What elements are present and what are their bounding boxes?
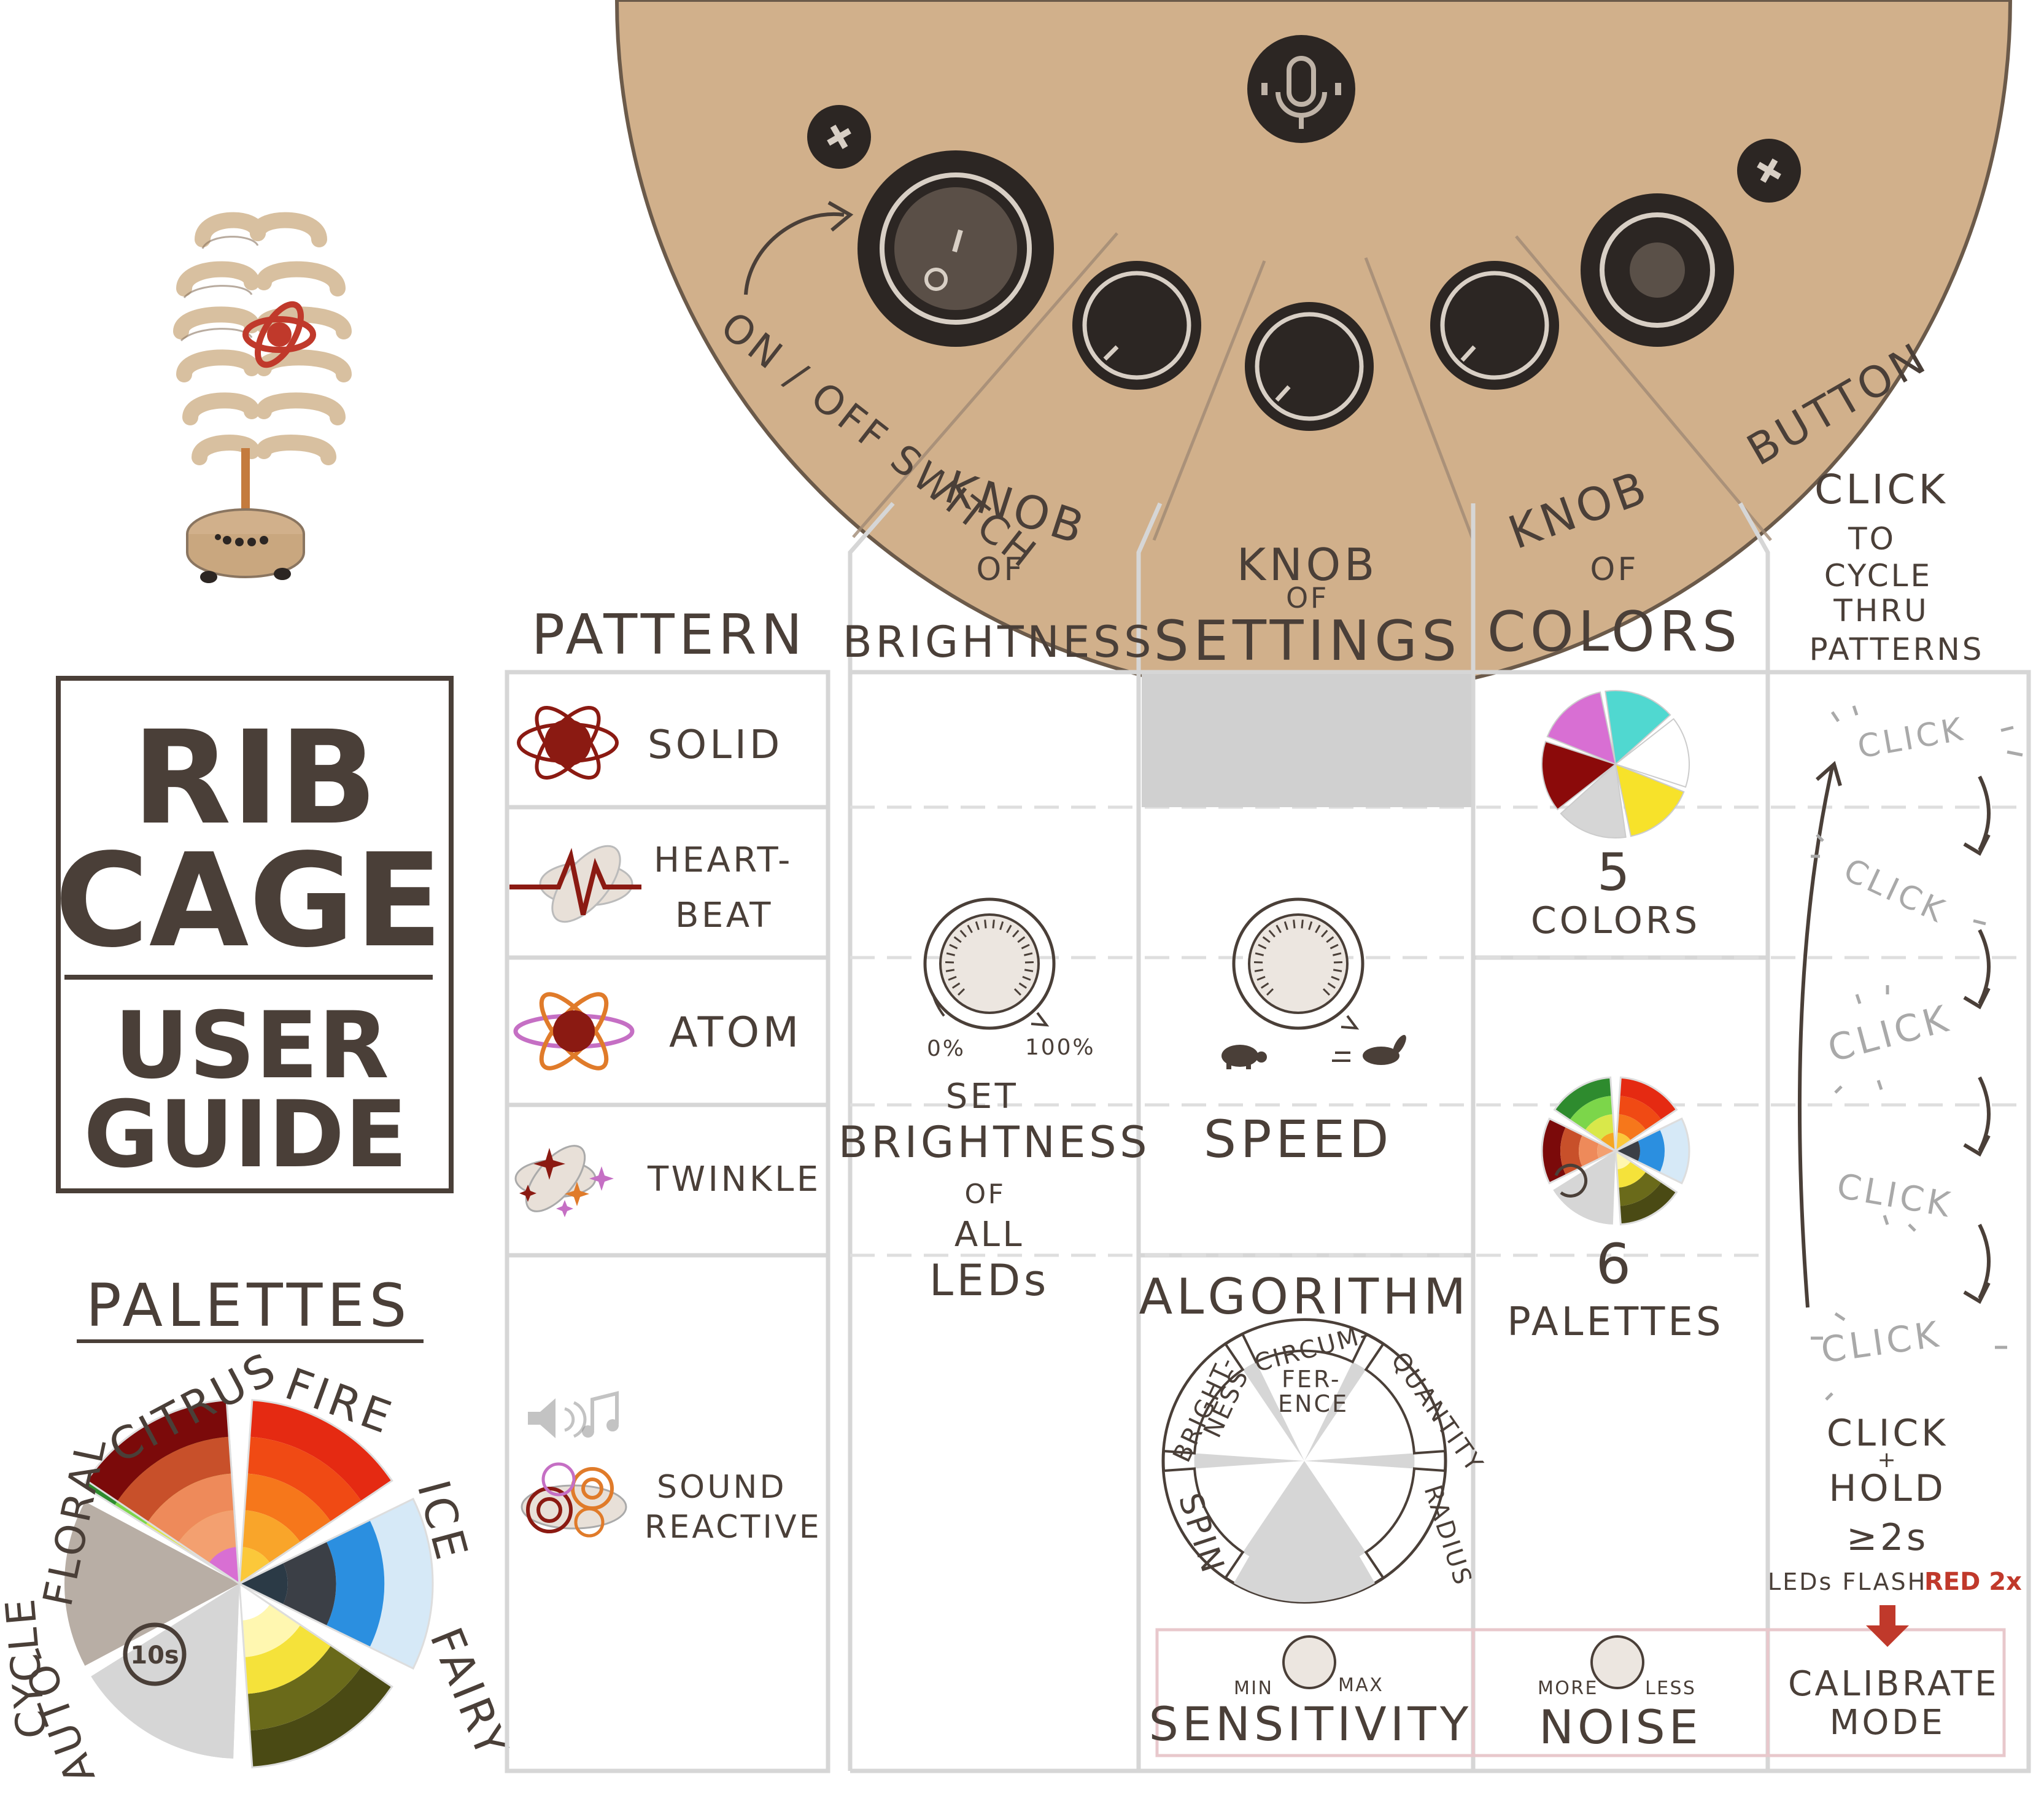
algo-circumference-2: FER- xyxy=(1282,1366,1341,1393)
click-4: CLICK xyxy=(1834,1166,1956,1226)
svg-text:OF: OF xyxy=(1590,551,1638,588)
svg-text:THRU: THRU xyxy=(1833,593,1929,629)
pattern-heartbeat-label1: HEART- xyxy=(654,840,793,880)
pattern-solid-label: SOLID xyxy=(648,722,783,768)
speed-label: SPEED xyxy=(1204,1109,1393,1169)
hold-line3: HOLD xyxy=(1829,1467,1946,1510)
five-label: COLORS xyxy=(1531,899,1700,942)
user-guide-page: { "title": {"line1": "RIB", "line2": "CA… xyxy=(0,0,2044,1793)
calibrate-line2: MODE xyxy=(1830,1703,1946,1743)
turtle-icon xyxy=(1221,1045,1267,1069)
pattern-row-sound: SOUND REACTIVE xyxy=(521,1391,822,1546)
heartbeat-icon xyxy=(509,845,641,923)
calibrate-line1: CALIBRATE xyxy=(1788,1664,1999,1704)
on-off-switch[interactable] xyxy=(857,150,1054,347)
microphone-icon xyxy=(1247,35,1355,143)
speed-dial-icon xyxy=(1232,897,1365,1030)
brightness-line5: LEDs xyxy=(929,1255,1050,1306)
noise-dial-icon xyxy=(1590,1635,1644,1689)
twinkle-icon xyxy=(514,1145,614,1217)
auto-cycle-interval: 10s xyxy=(130,1641,179,1670)
sensitivity-max: MAX xyxy=(1338,1675,1384,1696)
rabbit-icon xyxy=(1332,1035,1406,1065)
sensitivity-dial-icon xyxy=(1282,1635,1336,1689)
noise-more: MORE xyxy=(1538,1678,1598,1699)
sound-reactive-icon xyxy=(521,1462,627,1538)
six-label: PALETTES xyxy=(1507,1299,1724,1345)
algorithm-title: ALGORITHM xyxy=(1139,1268,1469,1325)
svg-text:OF: OF xyxy=(976,551,1024,588)
ribcage-lamp-illustration xyxy=(173,212,352,583)
five-colors-wheel xyxy=(1541,690,1690,838)
click-1: CLICK xyxy=(1855,711,1969,766)
svg-text:COLORS: COLORS xyxy=(1487,600,1741,664)
brightness-line2: BRIGHTNESS xyxy=(838,1117,1150,1168)
pattern-row-atom: ATOM xyxy=(513,992,802,1071)
brightness-line4: ALL xyxy=(954,1215,1024,1255)
settings-solid-disabled xyxy=(1142,674,1471,807)
click-2: CLICK xyxy=(1838,851,1953,931)
pattern-button[interactable] xyxy=(1581,193,1734,347)
header-button: CLICK TO CYCLE THRU PATTERNS xyxy=(1810,466,1984,667)
algo-radius: RADIUS xyxy=(1418,1482,1477,1590)
pattern-atom-label: ATOM xyxy=(669,1009,802,1057)
sensitivity-label: SENSITIVITY xyxy=(1149,1697,1473,1751)
header-pattern: PATTERN xyxy=(532,603,807,667)
noise-label: NOISE xyxy=(1539,1700,1702,1754)
svg-text:PATTERNS: PATTERNS xyxy=(1810,632,1984,667)
title-cage: CAGE xyxy=(55,826,443,976)
click-3: CLICK xyxy=(1824,997,1956,1071)
hold-flash-red: RED 2x xyxy=(1924,1568,2022,1596)
settings-knob[interactable] xyxy=(1245,302,1374,431)
title-guide: GUIDE xyxy=(83,1082,408,1188)
music-note-icon xyxy=(582,1391,619,1438)
palettes-title: PALETTES xyxy=(86,1271,411,1340)
palette-cycle: CYCLE xyxy=(0,1594,56,1740)
brightness-min: 0% xyxy=(927,1036,966,1061)
pattern-row-solid: SOLID xyxy=(517,706,783,780)
svg-text:SETTINGS: SETTINGS xyxy=(1154,609,1461,673)
colors-knob[interactable] xyxy=(1430,261,1559,390)
palette-fairy: FAIRY xyxy=(420,1621,519,1767)
svg-text:BRIGHTNESS: BRIGHTNESS xyxy=(843,617,1155,667)
noise-less: LESS xyxy=(1645,1678,1696,1699)
pattern-sound-label2: REACTIVE xyxy=(645,1509,822,1546)
click-cycle: CLICK CLICK CLICK CLICK CLICK xyxy=(1798,705,2023,1401)
brightness-dial-icon xyxy=(923,897,1056,1030)
pattern-row-twinkle: TWINKLE xyxy=(514,1145,821,1217)
title-box: RIB CAGE USER GUIDE xyxy=(55,676,454,1193)
solid-icon xyxy=(517,706,619,780)
pattern-twinkle-label: TWINKLE xyxy=(647,1160,821,1199)
algo-circumference-3: ENCE xyxy=(1278,1390,1349,1417)
screw-right-icon xyxy=(1737,139,1801,203)
svg-text:TO: TO xyxy=(1848,521,1896,557)
atom-icon xyxy=(513,992,635,1071)
sensitivity-min: MIN xyxy=(1234,1678,1273,1699)
hold-line4: ≥2s xyxy=(1846,1516,1929,1559)
down-arrow-icon xyxy=(1866,1605,1909,1647)
brightness-max: 100% xyxy=(1025,1035,1095,1060)
brightness-knob[interactable] xyxy=(1072,261,1201,390)
pattern-sound-label1: SOUND xyxy=(657,1469,787,1506)
click-5: CLICK xyxy=(1818,1313,1944,1371)
brightness-line1: SET xyxy=(946,1077,1019,1117)
speaker-icon xyxy=(528,1398,587,1438)
five-num: 5 xyxy=(1597,842,1634,902)
svg-text:CLICK: CLICK xyxy=(1814,466,1948,513)
pattern-row-heartbeat: HEART- BEAT xyxy=(509,840,793,935)
pattern-heartbeat-label2: BEAT xyxy=(675,896,773,935)
svg-text:CYCLE: CYCLE xyxy=(1824,558,1932,594)
six-num: 6 xyxy=(1596,1232,1635,1296)
six-palettes-wheel xyxy=(1541,1076,1690,1226)
screw-left-icon xyxy=(807,105,871,169)
hold-flash: LEDs FLASH xyxy=(1768,1568,1927,1595)
brightness-line3: OF xyxy=(965,1179,1006,1210)
